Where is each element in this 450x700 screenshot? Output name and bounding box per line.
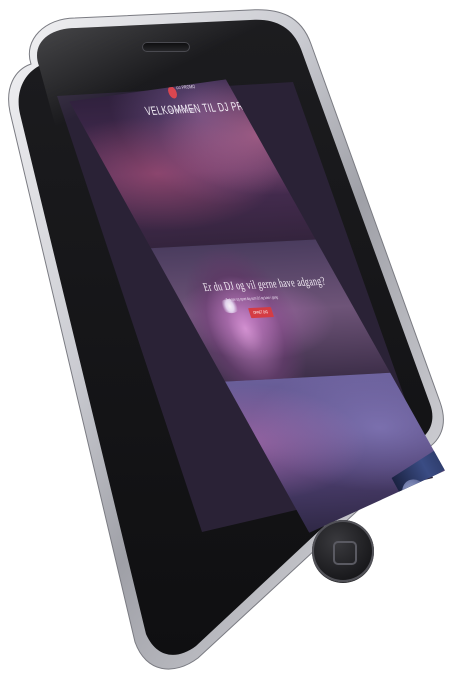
microphone-body — [392, 447, 450, 497]
hero-title: VELKOMMEN TIL DJ PROMO — [143, 98, 266, 119]
mic-section — [162, 372, 450, 538]
phone-mockup-stage: DJ PROMO Fremhævet / Log ind VELKOMMEN T… — [0, 0, 450, 700]
microphone-head — [395, 478, 447, 532]
speaker-icon — [142, 42, 190, 52]
signup-button[interactable]: OPRET DIG — [248, 307, 274, 318]
home-button-icon[interactable] — [312, 520, 374, 582]
website: DJ PROMO Fremhævet / Log ind VELKOMMEN T… — [65, 75, 450, 538]
logo-text: DJ PROMO — [175, 84, 197, 92]
hero-section: DJ PROMO Fremhævet / Log ind VELKOMMEN T… — [65, 75, 369, 250]
top-nav-link[interactable]: Fremhævet / Log ind — [267, 79, 300, 87]
home-square — [333, 541, 357, 565]
screen: DJ PROMO Fremhævet / Log ind VELKOMMEN T… — [65, 75, 450, 538]
phone: DJ PROMO Fremhævet / Log ind VELKOMMEN T… — [8, 6, 446, 676]
